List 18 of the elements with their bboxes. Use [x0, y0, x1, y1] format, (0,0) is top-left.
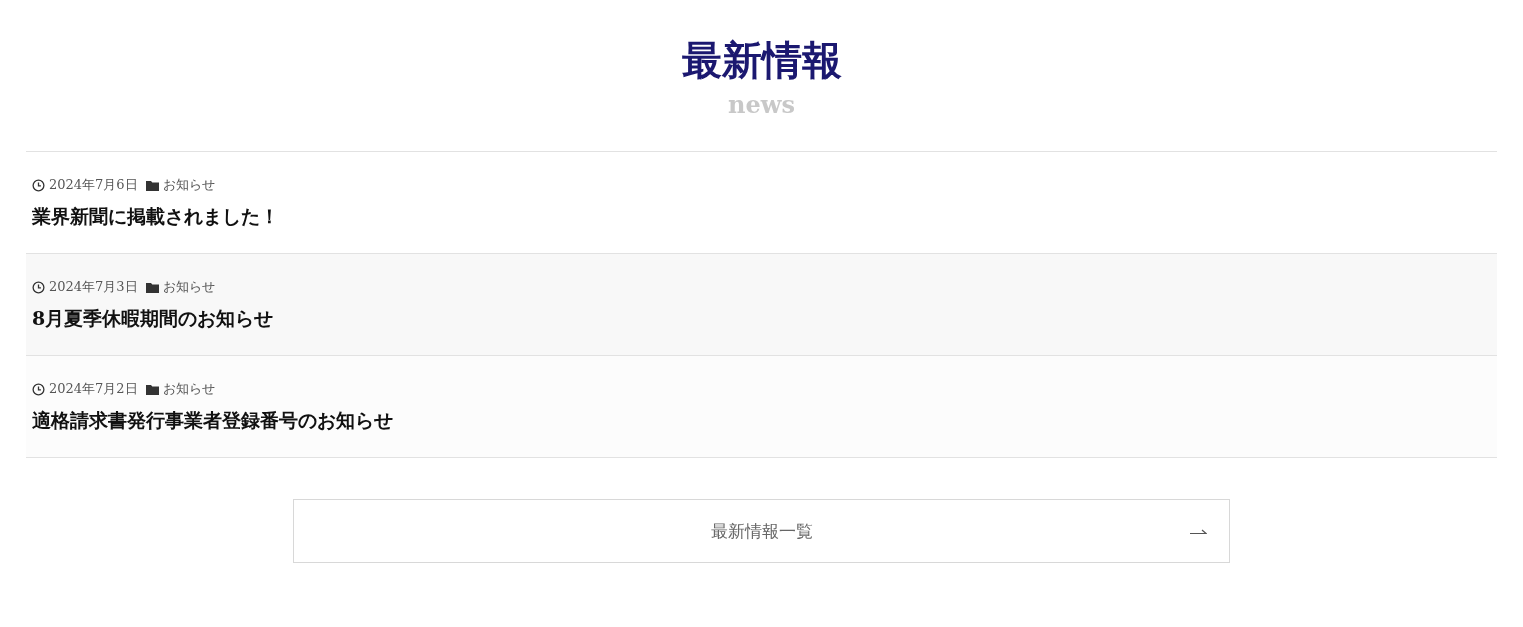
folder-icon: [145, 383, 159, 395]
post-date: 2024年7月3日: [49, 278, 138, 296]
folder-icon: [145, 179, 159, 191]
post-title[interactable]: 適格請求書発行事業者登録番号のお知らせ: [32, 408, 1491, 434]
folder-icon: [145, 281, 159, 293]
clock-icon: [32, 382, 45, 396]
clock-icon: [32, 178, 45, 192]
post-title[interactable]: 業界新聞に掲載されました！: [32, 204, 1491, 230]
post-date: 2024年7月6日: [49, 176, 138, 194]
news-list-button[interactable]: 最新情報一覧: [293, 499, 1230, 563]
section-title: 最新情報: [681, 35, 842, 85]
post-date: 2024年7月2日: [49, 380, 138, 398]
post-category[interactable]: お知らせ: [162, 380, 215, 398]
post-title[interactable]: 8月夏季休暇期間のお知らせ: [32, 306, 1491, 332]
clock-icon: [32, 280, 45, 294]
news-item[interactable]: 2024年7月3日 お知らせ 8月夏季休暇期間のお知らせ: [26, 254, 1497, 356]
post-category[interactable]: お知らせ: [162, 278, 215, 296]
post-category[interactable]: お知らせ: [162, 176, 215, 194]
